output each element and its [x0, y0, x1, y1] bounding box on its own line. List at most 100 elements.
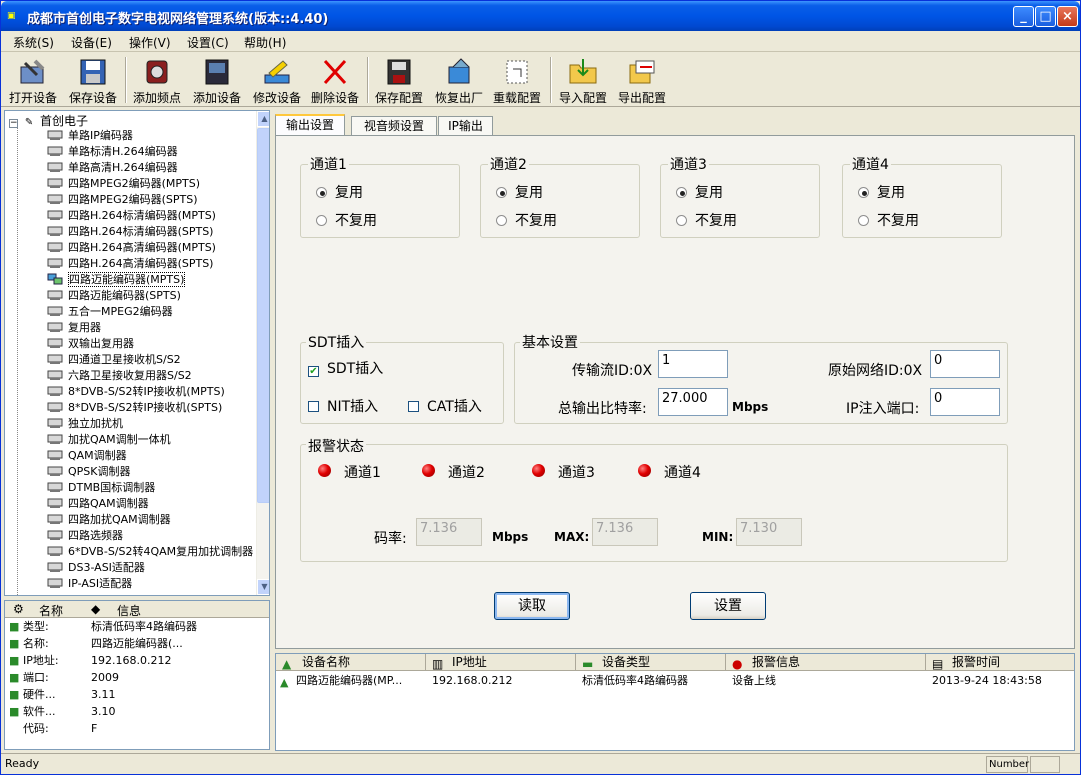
tab-output-settings[interactable]: 输出设置 — [275, 114, 345, 136]
tree-item[interactable]: QAM调制器 — [47, 448, 127, 464]
tree-item[interactable]: 8*DVB-S/S2转IP接收机(SPTS) — [47, 400, 222, 416]
tree-item[interactable]: 独立加扰机 — [47, 416, 123, 432]
factory-reset-icon — [448, 58, 470, 84]
rate-field: 7.136 — [416, 518, 482, 546]
tree-item[interactable]: 单路IP编码器 — [47, 128, 133, 144]
channel-4-mux-radio[interactable]: 复用 — [858, 182, 905, 202]
col-device-name[interactable]: ▲ 设备名称 — [276, 654, 426, 671]
clock-icon: ▤ — [932, 657, 944, 671]
tree-item[interactable]: 6*DVB-S/S2转4QAM复用加扰调制器 — [47, 544, 253, 560]
tree-item[interactable]: IP-ASI适配器 — [47, 576, 132, 592]
scroll-thumb[interactable] — [257, 128, 269, 503]
read-button[interactable]: 读取 — [494, 592, 570, 620]
tree-item[interactable]: 五合一MPEG2编码器 — [47, 304, 173, 320]
floppy-icon — [80, 59, 106, 85]
cell-time: 2013-9-24 18:43:58 — [932, 674, 1042, 687]
set-button[interactable]: 设置 — [690, 592, 766, 620]
scroll-down-icon[interactable]: ▼ — [257, 579, 269, 595]
device-type-icon: ▬ — [582, 657, 594, 671]
tsid-input[interactable]: 1 — [658, 350, 728, 378]
channel-1-mux-radio[interactable]: 复用 — [316, 182, 363, 202]
menu-device[interactable]: 设备(E) — [71, 34, 112, 51]
menu-settings[interactable]: 设置(C) — [187, 34, 229, 51]
add-frequency-button[interactable]: 添加频点 — [127, 55, 187, 105]
tree-item[interactable]: 四通道卫星接收机S/S2 — [47, 352, 181, 368]
channel-2-nomux-radio[interactable]: 不复用 — [496, 210, 557, 230]
info-col-name[interactable]: 名称 — [39, 602, 63, 619]
ipport-input[interactable]: 0 — [930, 388, 1000, 416]
device-icon — [47, 193, 63, 205]
title-bar[interactable]: ▣ 成都市首创电子数字电视网络管理系统(版本::4.40) _ □ × — [1, 1, 1080, 31]
bitrate-input[interactable]: 27.000 — [658, 388, 728, 416]
menu-operation[interactable]: 操作(V) — [129, 34, 171, 51]
tree-item[interactable]: 四路H.264标清编码器(MPTS) — [47, 208, 216, 224]
edit-device-button[interactable]: 修改设备 — [247, 55, 307, 105]
scroll-up-icon[interactable]: ▲ — [257, 111, 269, 127]
open-device-button[interactable]: 打开设备 — [3, 55, 63, 105]
import-config-button[interactable]: 导入配置 — [553, 55, 613, 105]
tree-item[interactable]: DS3-ASI适配器 — [47, 560, 145, 576]
tree-item[interactable]: QPSK调制器 — [47, 464, 131, 480]
minimize-button[interactable]: _ — [1013, 6, 1034, 27]
sdt-insert-checkbox[interactable]: ✔ SDT插入 — [308, 358, 383, 378]
device-icon — [47, 257, 63, 269]
tree-item[interactable]: 四路选频器 — [47, 528, 123, 544]
channel-2-mux-radio[interactable]: 复用 — [496, 182, 543, 202]
collapse-icon[interactable]: − — [9, 119, 18, 128]
menu-help[interactable]: 帮助(H) — [244, 34, 286, 51]
tree-item[interactable]: 复用器 — [47, 320, 101, 336]
col-device-type[interactable]: ▬ 设备类型 — [576, 654, 726, 671]
alarm-channel-4-label: 通道4 — [664, 465, 701, 481]
tab-av-settings[interactable]: 视音频设置 — [351, 116, 437, 136]
tree-item[interactable]: 四路MPEG2编码器(MPTS) — [47, 176, 200, 192]
channel-3-nomux-radio[interactable]: 不复用 — [676, 210, 737, 230]
tree-item[interactable]: 四路H.264标清编码器(SPTS) — [47, 224, 213, 240]
delete-device-button[interactable]: 删除设备 — [305, 55, 365, 105]
factory-reset-button[interactable]: 恢复出厂 — [429, 55, 489, 105]
channel-4-nomux-radio[interactable]: 不复用 — [858, 210, 919, 230]
name-icon: ■ — [9, 637, 20, 650]
tree-item[interactable]: 四路QAM调制器 — [47, 496, 149, 512]
cell-type: 标清低码率4路编码器 — [582, 674, 688, 687]
toolbar: 打开设备 保存设备 添加频点 添加设备 修改设备 删除设备 保存配置 恢复出厂 … — [1, 53, 1080, 107]
channel-3-title: 通道3 — [668, 154, 709, 174]
col-ip-address[interactable]: ▥ IP地址 — [426, 654, 576, 671]
cat-insert-checkbox[interactable]: CAT插入 — [408, 396, 482, 416]
menu-system[interactable]: 系统(S) — [13, 34, 54, 51]
close-button[interactable]: × — [1057, 6, 1078, 27]
col-alarm-info[interactable]: ● 报警信息 — [726, 654, 926, 671]
channel-1-nomux-radio[interactable]: 不复用 — [316, 210, 377, 230]
tree-item[interactable]: 四路MPEG2编码器(SPTS) — [47, 192, 198, 208]
export-config-button[interactable]: 导出配置 — [612, 55, 672, 105]
maximize-button[interactable]: □ — [1035, 6, 1056, 27]
tree-item[interactable]: 四路迈能编码器(SPTS) — [47, 288, 181, 304]
tree-item[interactable]: 四路H.264高清编码器(MPTS) — [47, 240, 216, 256]
tree-item[interactable]: 单路标清H.264编码器 — [47, 144, 178, 160]
tree-item[interactable]: 加扰QAM调制一体机 — [47, 432, 171, 448]
tab-ip-output[interactable]: IP输出 — [438, 116, 493, 136]
tree-item[interactable]: 四路H.264高清编码器(SPTS) — [47, 256, 213, 272]
add-device-button[interactable]: 添加设备 — [187, 55, 247, 105]
tree-item[interactable]: 8*DVB-S/S2转IP接收机(MPTS) — [47, 384, 225, 400]
tree-item[interactable]: DTMB国标调制器 — [47, 480, 155, 496]
channel-3-mux-radio[interactable]: 复用 — [676, 182, 723, 202]
reload-config-button[interactable]: 重载配置 — [487, 55, 547, 105]
tree-item[interactable]: 六路卫星接收复用器S/S2 — [47, 368, 192, 384]
tree-root[interactable]: − ✎ 首创电子 — [9, 112, 88, 129]
alarm-icon: ● — [732, 657, 743, 671]
tree-item[interactable]: 四路迈能编码器(MPTS) — [47, 272, 186, 288]
save-config-button[interactable]: 保存配置 — [369, 55, 429, 105]
onid-input[interactable]: 0 — [930, 350, 1000, 378]
info-col-info[interactable]: 信息 — [117, 602, 141, 619]
save-device-button[interactable]: 保存设备 — [63, 55, 123, 105]
tree-scrollbar[interactable]: ▲ ▼ — [256, 111, 269, 595]
info-header: ⚙ 名称 ◆ 信息 — [5, 601, 269, 618]
hardware-icon: ■ — [9, 688, 20, 701]
col-alarm-time[interactable]: ▤ 报警时间 — [926, 654, 1074, 671]
tree-item[interactable]: 双输出复用器 — [47, 336, 134, 352]
tree-item[interactable]: 单路高清H.264编码器 — [47, 160, 178, 176]
network-device-icon — [47, 273, 63, 285]
alarm-led-icon — [532, 464, 545, 477]
tree-item[interactable]: 四路加扰QAM调制器 — [47, 512, 171, 528]
nit-insert-checkbox[interactable]: NIT插入 — [308, 396, 378, 416]
